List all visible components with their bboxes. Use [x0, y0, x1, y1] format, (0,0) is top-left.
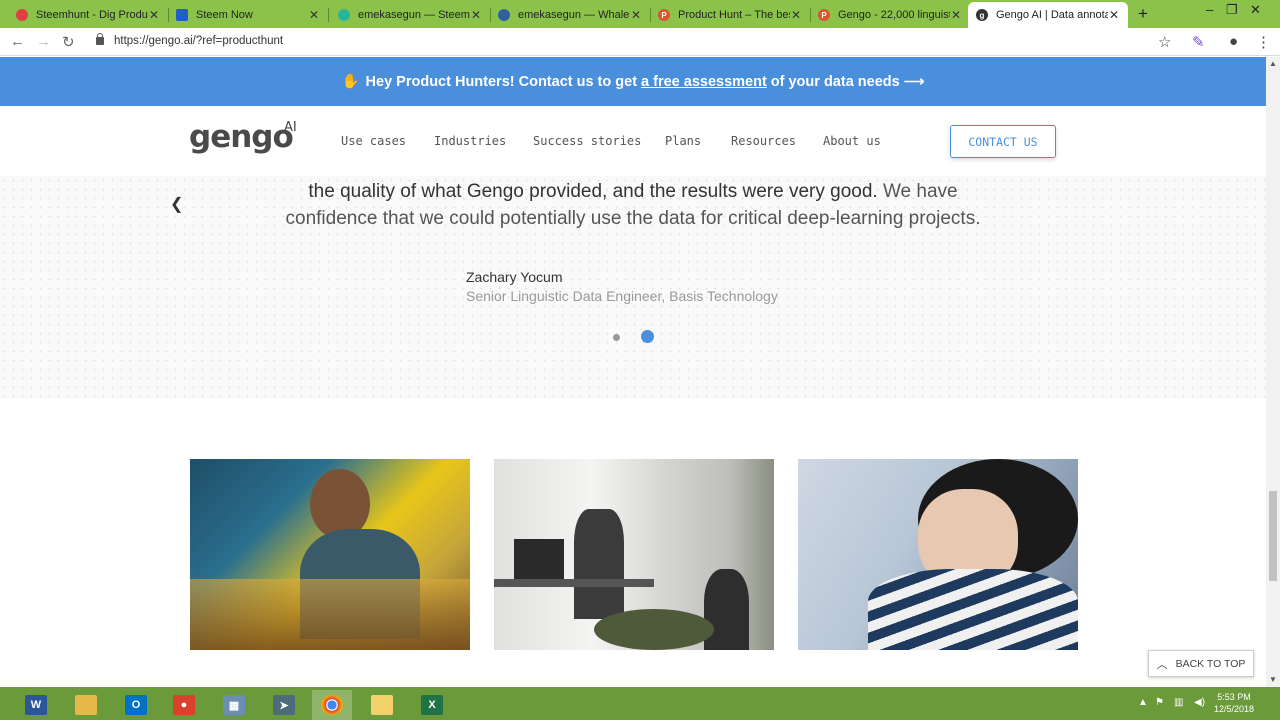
- nav-use-cases[interactable]: Use cases: [341, 134, 406, 148]
- clock-date: 12/5/2018: [1214, 704, 1255, 714]
- banner-text: Hey Product Hunters! Contact us to get: [365, 73, 638, 90]
- browser-toolbar: ← → ↻ https://gengo.ai/?ref=producthunt …: [0, 28, 1280, 56]
- tab-whaleshares[interactable]: emekasegun — Whalesh ✕: [490, 2, 651, 28]
- calculator-icon[interactable]: ▦: [214, 690, 254, 720]
- tab-gengo-ai[interactable]: g Gengo AI | Data annotatio ✕: [968, 2, 1128, 28]
- reload-icon[interactable]: ↻: [62, 33, 75, 51]
- close-icon[interactable]: ✕: [308, 8, 320, 22]
- webpage: ✋ Hey Product Hunters! Contact us to get…: [0, 57, 1266, 687]
- tab-product-hunt[interactable]: P Product Hunt – The best ✕: [650, 2, 811, 28]
- tab-gengo-linguists[interactable]: P Gengo - 22,000 linguists ✕: [810, 2, 970, 28]
- excel-icon[interactable]: X: [412, 690, 452, 720]
- close-icon[interactable]: ✕: [1108, 8, 1120, 22]
- banner-text-end: of your data needs ⟶: [770, 73, 925, 90]
- lock-icon: [96, 33, 104, 45]
- testimonial-carousel: ❮ the quality of what Gengo provided, an…: [0, 176, 1266, 398]
- scroll-thumb[interactable]: [1269, 491, 1277, 581]
- nav-about-us[interactable]: About us: [823, 134, 881, 148]
- free-assessment-link[interactable]: a free assessment: [641, 74, 767, 90]
- clock-time: 5:53 PM: [1217, 692, 1251, 702]
- network-icon[interactable]: ▥: [1174, 697, 1183, 708]
- scroll-up-icon[interactable]: ▲: [1269, 59, 1277, 68]
- flag-icon[interactable]: ⚑: [1155, 697, 1164, 708]
- app-icon[interactable]: ➤: [264, 690, 304, 720]
- folder-icon[interactable]: [362, 690, 402, 720]
- tab-title: Steem Now: [196, 9, 253, 21]
- gengo-logo[interactable]: gengo: [189, 119, 294, 155]
- chrome-icon[interactable]: [312, 690, 352, 720]
- close-icon[interactable]: ✕: [950, 8, 962, 22]
- promo-banner: ✋ Hey Product Hunters! Contact us to get…: [0, 57, 1266, 106]
- back-to-top-label: BACK TO TOP: [1175, 657, 1246, 670]
- close-icon[interactable]: ✕: [470, 8, 482, 22]
- tab-steemhunt[interactable]: Steemhunt - Dig Product ✕: [8, 2, 169, 28]
- nav-industries[interactable]: Industries: [434, 134, 506, 148]
- taskbar: W O ● ▦ ➤ X ▲ ⚑ ▥ ◀) 5:53 PM 12/5/2018: [0, 687, 1280, 720]
- word-icon[interactable]: W: [16, 690, 56, 720]
- producthunt-icon: P: [818, 9, 830, 21]
- carousel-dot-1[interactable]: [613, 334, 620, 341]
- tab-steem-now[interactable]: Steem Now ✕: [168, 2, 329, 28]
- address-bar[interactable]: https://gengo.ai/?ref=producthunt: [114, 35, 283, 47]
- star-icon[interactable]: ☆: [1158, 33, 1171, 51]
- file-explorer-icon[interactable]: [66, 690, 106, 720]
- close-window-button[interactable]: ✕: [1250, 2, 1261, 18]
- testimonial-quote: the quality of what Gengo provided, and …: [230, 178, 1036, 232]
- nav-resources[interactable]: Resources: [731, 134, 796, 148]
- tab-title: Gengo AI | Data annotatio: [996, 9, 1108, 21]
- chevron-up-icon: ︿: [1156, 658, 1168, 671]
- contact-us-button[interactable]: CONTACT US: [950, 125, 1056, 158]
- nav-success-stories[interactable]: Success stories: [533, 134, 641, 148]
- volume-icon[interactable]: ◀): [1194, 697, 1205, 708]
- steemhunt-icon: [16, 9, 28, 21]
- gengo-icon: g: [976, 9, 988, 21]
- producthunt-icon: P: [658, 9, 670, 21]
- tab-steemit[interactable]: emekasegun — Steemit ✕: [330, 2, 491, 28]
- photo-woman-smiling: [798, 459, 1078, 650]
- taskbar-clock[interactable]: 5:53 PM 12/5/2018: [1214, 691, 1254, 715]
- chevron-left-icon[interactable]: ❮: [170, 194, 183, 214]
- photo-office-desks: [494, 459, 774, 650]
- extension-icon[interactable]: ✎: [1192, 33, 1205, 51]
- steemnow-icon: [176, 9, 188, 21]
- scroll-down-icon[interactable]: ▼: [1269, 675, 1277, 684]
- tab-title: Steemhunt - Dig Product: [36, 9, 148, 21]
- restore-button[interactable]: ❐: [1226, 2, 1238, 18]
- forward-arrow-icon[interactable]: →: [36, 33, 51, 50]
- nav-plans[interactable]: Plans: [665, 134, 701, 148]
- carousel-dot-2-active[interactable]: [641, 330, 654, 343]
- tab-title: Product Hunt – The best: [678, 9, 790, 21]
- tab-title: emekasegun — Steemit: [358, 9, 470, 21]
- waving-hand-icon: ✋: [341, 74, 360, 90]
- close-icon[interactable]: ✕: [630, 8, 642, 22]
- whaleshares-icon: [498, 9, 510, 21]
- site-header: gengo AI Use cases Industries Success st…: [0, 106, 1266, 176]
- quote-highlight: the quality of what Gengo provided, and …: [308, 181, 878, 202]
- tray-expand-icon[interactable]: ▲: [1138, 697, 1148, 708]
- screen: { "browser": { "tabs": [ {"title": "Stee…: [0, 0, 1280, 720]
- photo-coworkers-laptop: [190, 459, 470, 650]
- back-to-top-button[interactable]: ︿ BACK TO TOP: [1148, 650, 1254, 677]
- tab-title: Gengo - 22,000 linguists: [838, 9, 950, 21]
- tab-strip: Steemhunt - Dig Product ✕ Steem Now ✕ em…: [0, 0, 1280, 28]
- steemit-icon: [338, 9, 350, 21]
- close-icon[interactable]: ✕: [790, 8, 802, 22]
- page-scrollbar[interactable]: ▲ ▼: [1266, 57, 1280, 687]
- quote-continuation: We have: [882, 181, 958, 202]
- quote-line-2: confidence that we could potentially use…: [285, 208, 981, 229]
- minimize-button[interactable]: –: [1206, 2, 1213, 17]
- menu-icon[interactable]: ⋮: [1256, 33, 1271, 51]
- close-icon[interactable]: ✕: [148, 8, 160, 22]
- back-arrow-icon[interactable]: ←: [10, 33, 25, 50]
- author-role: Senior Linguistic Data Engineer, Basis T…: [466, 288, 778, 304]
- logo-ai-suffix: AI: [284, 120, 297, 135]
- screen-recorder-icon[interactable]: ●: [164, 690, 204, 720]
- profile-icon[interactable]: ●: [1229, 33, 1238, 50]
- outlook-icon[interactable]: O: [116, 690, 156, 720]
- tab-title: emekasegun — Whalesh: [518, 9, 630, 21]
- new-tab-button[interactable]: +: [1138, 4, 1148, 24]
- author-name: Zachary Yocum: [466, 269, 563, 285]
